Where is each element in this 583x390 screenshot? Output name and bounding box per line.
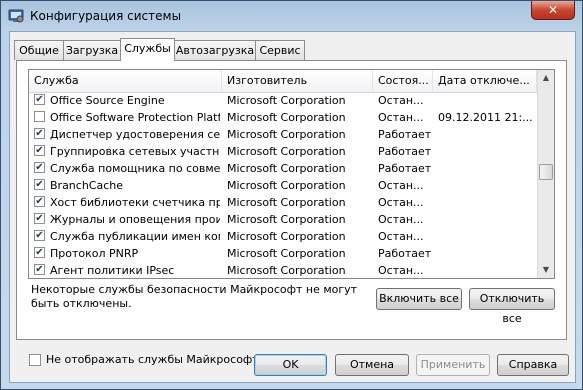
tab-boot[interactable]: Загрузка [63, 40, 121, 60]
service-checkbox[interactable]: ✔ [34, 162, 45, 173]
services-panel: Служба Изготовитель Состоя... Дата отклю… [16, 60, 567, 366]
service-status: Остан... [378, 196, 424, 209]
tab-tools[interactable]: Сервис [255, 40, 305, 60]
cancel-button[interactable]: Отмена [335, 354, 409, 376]
service-manufacturer: Microsoft Corporation [227, 179, 346, 192]
service-name: Протокол PNRP [50, 247, 139, 260]
close-button[interactable]: ✕ [531, 1, 575, 20]
column-header-date-disabled[interactable]: Дата отключе... [433, 70, 537, 92]
table-row[interactable]: ✔ Диспетчер удостоверения сет... Microsoft… [29, 126, 537, 143]
scroll-up-icon[interactable]: ▲ [538, 70, 554, 86]
window-title: Конфигурация системы [30, 9, 182, 23]
service-status: Работает [378, 247, 432, 260]
table-row[interactable]: ✔ Группировка сетевых участни... Microsoft… [29, 143, 537, 160]
hide-microsoft-services-label: Не отображать службы Майкрософт [46, 353, 259, 366]
service-name: Служба помощника по совмес... [50, 162, 220, 175]
service-date-disabled: 09.12.2011 21:... [438, 111, 533, 124]
title-bar[interactable]: Конфигурация системы ✕ [1, 1, 583, 31]
table-row[interactable]: ✔ Протокол PNRP Microsoft Corporation Работ… [29, 245, 537, 262]
scroll-down-icon[interactable]: ▼ [538, 262, 554, 278]
enable-all-button[interactable]: Включить все [376, 288, 462, 310]
service-status: Работает [378, 128, 432, 141]
service-manufacturer: Microsoft Corporation [227, 94, 346, 107]
service-status: Остан... [378, 213, 424, 226]
service-manufacturer: Microsoft Corporation [227, 264, 346, 277]
service-name: Office Software Protection Platf... [50, 111, 220, 124]
close-icon: ✕ [547, 3, 559, 17]
service-checkbox[interactable]: ✔ [34, 196, 45, 207]
table-row[interactable]: ✔ BranchCache Microsoft Corporation Остан..… [29, 177, 537, 194]
service-name: Агент политики IPsec [50, 264, 175, 277]
service-status: Остан... [378, 111, 424, 124]
service-rows: ✔ Office Source Engine Microsoft Corporati… [29, 92, 537, 278]
service-checkbox[interactable] [34, 111, 45, 122]
apply-button[interactable]: Применить [416, 354, 490, 376]
service-status: Остан... [378, 94, 424, 107]
system-config-window: Конфигурация системы ✕ Общие Загрузка Сл… [0, 0, 583, 390]
service-name: Office Source Engine [50, 94, 165, 107]
service-manufacturer: Microsoft Corporation [227, 247, 346, 260]
disable-all-button[interactable]: Отключить все [469, 288, 555, 325]
scroll-thumb[interactable] [539, 164, 553, 180]
help-button[interactable]: Справка [497, 354, 569, 376]
dialog-body: Общие Загрузка Службы Автозагрузка Серви… [9, 31, 576, 383]
hide-microsoft-services-checkbox[interactable] [29, 354, 41, 366]
service-status: Остан... [378, 179, 424, 192]
service-name: Группировка сетевых участни... [50, 145, 220, 158]
service-manufacturer: Microsoft Corporation [227, 128, 346, 141]
service-name: Хост библиотеки счетчика пр... [50, 196, 220, 209]
service-name: Журналы и оповещения произ... [50, 213, 220, 226]
table-row[interactable]: ✔ Служба помощника по совмес... Microsoft … [29, 160, 537, 177]
security-note: Некоторые службы безопасности Майкрософт… [31, 283, 358, 310]
service-checkbox[interactable]: ✔ [34, 247, 45, 258]
vertical-scrollbar[interactable]: ▲ ▼ [537, 70, 554, 278]
service-status: Остан... [378, 264, 424, 277]
service-status: Работает [378, 145, 432, 158]
service-checkbox[interactable]: ✔ [34, 230, 45, 241]
table-row[interactable]: ✔ Хост библиотеки счетчика пр... Microsoft… [29, 194, 537, 211]
service-name: Диспетчер удостоверения сет... [50, 128, 220, 141]
ok-button[interactable]: OK [254, 354, 327, 376]
service-checkbox[interactable]: ✔ [34, 94, 45, 105]
service-manufacturer: Microsoft Corporation [227, 162, 346, 175]
column-header-service[interactable]: Служба [29, 70, 222, 92]
service-manufacturer: Microsoft Corporation [227, 230, 346, 243]
service-name: Служба публикации имен комп... [50, 230, 220, 243]
table-row[interactable]: ✔ Агент политики IPsec Microsoft Corporati… [29, 262, 537, 278]
tab-startup[interactable]: Автозагрузка [174, 40, 256, 60]
service-manufacturer: Microsoft Corporation [227, 111, 346, 124]
service-checkbox[interactable]: ✔ [34, 264, 45, 275]
service-name: BranchCache [50, 179, 124, 192]
tab-general[interactable]: Общие [14, 40, 64, 60]
service-checkbox[interactable]: ✔ [34, 128, 45, 139]
table-row[interactable]: ✔ Office Source Engine Microsoft Corporati… [29, 92, 537, 109]
table-row[interactable]: ✔ Журналы и оповещения произ... Microsoft … [29, 211, 537, 228]
tab-services[interactable]: Службы [120, 38, 175, 61]
services-list[interactable]: Служба Изготовитель Состоя... Дата отклю… [28, 69, 555, 279]
service-status: Остан... [378, 230, 424, 243]
service-checkbox[interactable]: ✔ [34, 179, 45, 190]
list-header: Служба Изготовитель Состоя... Дата отклю… [29, 70, 537, 93]
column-header-manufacturer[interactable]: Изготовитель [222, 70, 373, 92]
table-row[interactable]: ✔ Служба публикации имен комп... Microsoft… [29, 228, 537, 245]
system-config-icon [8, 9, 24, 23]
service-status: Работает [378, 162, 432, 175]
service-checkbox[interactable]: ✔ [34, 145, 45, 156]
service-manufacturer: Microsoft Corporation [227, 196, 346, 209]
service-manufacturer: Microsoft Corporation [227, 213, 346, 226]
table-row[interactable]: Office Software Protection Platf... Micro… [29, 109, 537, 126]
column-header-status[interactable]: Состоя... [373, 70, 433, 92]
service-checkbox[interactable]: ✔ [34, 213, 45, 224]
service-manufacturer: Microsoft Corporation [227, 145, 346, 158]
